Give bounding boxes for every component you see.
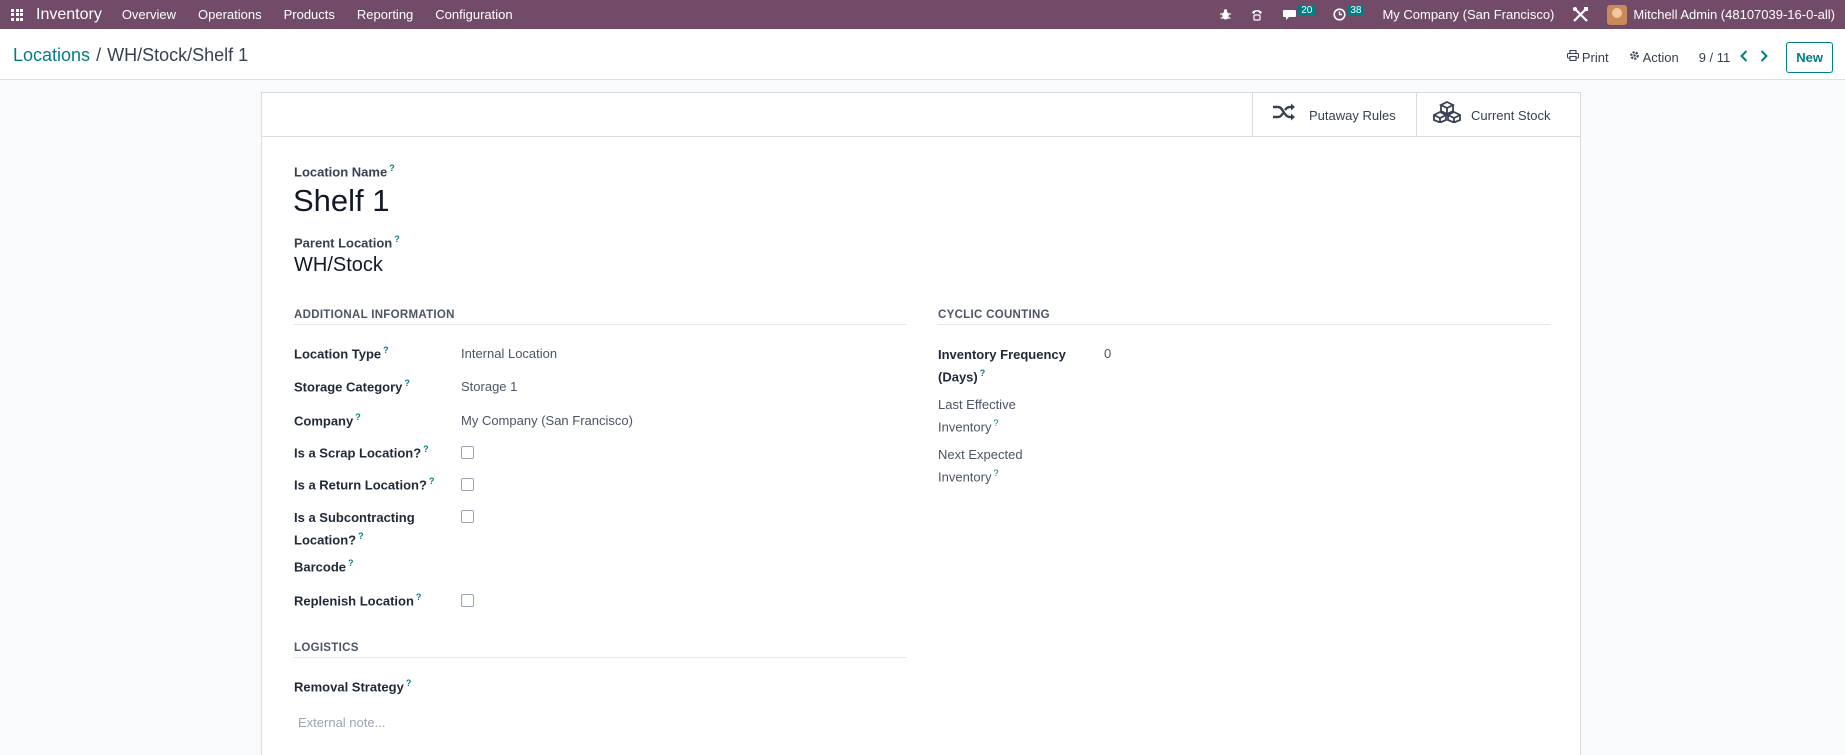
top-navbar: Inventory Overview Operations Products R… bbox=[0, 0, 1845, 29]
gear-icon bbox=[1629, 50, 1640, 64]
action-button[interactable]: Action bbox=[1629, 50, 1679, 65]
menu-reporting[interactable]: Reporting bbox=[357, 7, 413, 22]
help-tooltip-icon[interactable]: ? bbox=[404, 378, 410, 388]
help-tooltip-icon[interactable]: ? bbox=[423, 444, 429, 454]
print-icon bbox=[1566, 49, 1579, 64]
storage-category-label: Storage Category? bbox=[294, 378, 410, 395]
company-switcher[interactable]: My Company (San Francisco) bbox=[1382, 7, 1554, 22]
random-shuffle-icon bbox=[1271, 102, 1297, 128]
return-location-label: Is a Return Location?? bbox=[294, 476, 435, 493]
inventory-frequency-field[interactable]: 0 bbox=[1104, 346, 1111, 361]
apps-menu-icon[interactable] bbox=[2, 0, 32, 29]
scrap-location-checkbox[interactable] bbox=[461, 446, 474, 459]
help-tooltip-icon[interactable]: ? bbox=[993, 418, 998, 428]
section-divider bbox=[938, 324, 1550, 325]
settings-tools-icon[interactable] bbox=[1572, 6, 1589, 23]
messages-icon[interactable]: 20 bbox=[1282, 5, 1316, 21]
app-name[interactable]: Inventory bbox=[36, 6, 102, 24]
inventory-frequency-label: Inventory Frequency (Days)? bbox=[938, 347, 1066, 385]
cubes-icon bbox=[1431, 100, 1463, 129]
help-tooltip-icon[interactable]: ? bbox=[358, 531, 364, 541]
activities-clock-icon[interactable]: 38 bbox=[1333, 5, 1365, 21]
pager-next-chevron-right-icon[interactable] bbox=[1760, 49, 1769, 66]
location-type-label: Location Type? bbox=[294, 345, 389, 362]
menu-overview[interactable]: Overview bbox=[122, 7, 176, 22]
menu-products[interactable]: Products bbox=[284, 7, 335, 22]
external-note-field[interactable]: External note... bbox=[298, 715, 385, 730]
location-name-field[interactable]: Shelf 1 bbox=[293, 183, 390, 219]
print-button[interactable]: Print bbox=[1566, 49, 1609, 65]
replenish-location-checkbox[interactable] bbox=[461, 594, 474, 607]
storage-category-field[interactable]: Storage 1 bbox=[461, 379, 517, 394]
cyclic-counting-title: CYCLIC COUNTING bbox=[938, 309, 1050, 321]
last-effective-inventory-label: Last Effective Inventory? bbox=[938, 397, 1016, 435]
location-type-field[interactable]: Internal Location bbox=[461, 346, 557, 361]
parent-location-label: Parent Location? bbox=[294, 234, 400, 251]
location-name-label: Location Name? bbox=[294, 163, 395, 180]
debug-bug-icon[interactable] bbox=[1219, 8, 1232, 21]
scrap-location-label: Is a Scrap Location?? bbox=[294, 444, 429, 461]
additional-information-title: ADDITIONAL INFORMATION bbox=[294, 309, 455, 321]
help-tooltip-icon[interactable]: ? bbox=[383, 345, 389, 355]
action-label: Action bbox=[1642, 49, 1679, 65]
help-tooltip-icon[interactable]: ? bbox=[980, 368, 986, 378]
help-tooltip-icon[interactable]: ? bbox=[429, 476, 435, 486]
breadcrumb-current: WH/Stock/Shelf 1 bbox=[107, 45, 249, 65]
current-stock-label: Current Stock bbox=[1471, 107, 1551, 123]
control-panel: Locations / WH/Stock/Shelf 1 Print Action … bbox=[0, 29, 1845, 80]
activities-count-badge: 38 bbox=[1347, 5, 1365, 16]
parent-location-field[interactable]: WH/Stock bbox=[294, 254, 383, 277]
help-tooltip-icon[interactable]: ? bbox=[394, 234, 400, 244]
form-sheet: Putaway Rules Current Stock Location Nam… bbox=[261, 92, 1581, 755]
company-field[interactable]: My Company (San Francisco) bbox=[461, 413, 633, 428]
next-expected-inventory-label: Next Expected Inventory? bbox=[938, 447, 1023, 485]
logistics-title: LOGISTICS bbox=[294, 642, 359, 654]
subcontracting-location-checkbox[interactable] bbox=[461, 510, 474, 523]
replenish-location-label: Replenish Location? bbox=[294, 592, 422, 609]
messages-count-badge: 20 bbox=[1298, 5, 1316, 16]
menu-operations[interactable]: Operations bbox=[198, 7, 262, 22]
menu-configuration[interactable]: Configuration bbox=[435, 7, 512, 22]
pager-value[interactable]: 9 / 11 bbox=[1699, 50, 1731, 65]
help-tooltip-icon[interactable]: ? bbox=[355, 412, 361, 422]
help-tooltip-icon[interactable]: ? bbox=[348, 558, 354, 568]
help-tooltip-icon[interactable]: ? bbox=[389, 163, 395, 173]
breadcrumb-separator: / bbox=[96, 45, 102, 65]
section-divider bbox=[294, 324, 906, 325]
putaway-rules-button[interactable]: Putaway Rules bbox=[1252, 93, 1416, 137]
user-avatar[interactable] bbox=[1607, 4, 1628, 25]
company-label: Company? bbox=[294, 412, 361, 429]
removal-strategy-select[interactable] bbox=[461, 673, 901, 697]
barcode-input[interactable] bbox=[461, 553, 901, 577]
section-divider bbox=[294, 657, 906, 658]
phone-icon[interactable] bbox=[1250, 8, 1264, 22]
help-tooltip-icon[interactable]: ? bbox=[993, 468, 998, 478]
pager-previous-chevron-left-icon[interactable] bbox=[1740, 49, 1748, 66]
user-menu[interactable]: Mitchell Admin (48107039-16-0-all) bbox=[1633, 7, 1835, 22]
print-label: Print bbox=[1581, 49, 1609, 65]
barcode-label: Barcode? bbox=[294, 558, 354, 575]
help-tooltip-icon[interactable]: ? bbox=[416, 592, 422, 602]
removal-strategy-label: Removal Strategy? bbox=[294, 678, 412, 695]
help-tooltip-icon[interactable]: ? bbox=[406, 678, 412, 688]
new-record-button[interactable]: New bbox=[1786, 41, 1833, 73]
breadcrumb-locations-link[interactable]: Locations bbox=[13, 45, 90, 65]
current-stock-button[interactable]: Current Stock bbox=[1416, 93, 1581, 137]
return-location-checkbox[interactable] bbox=[461, 478, 474, 491]
breadcrumb: Locations / WH/Stock/Shelf 1 bbox=[13, 45, 248, 66]
subcontracting-location-label: Is a Subcontracting Location?? bbox=[294, 510, 415, 548]
smart-button-box: Putaway Rules Current Stock bbox=[262, 93, 1580, 137]
putaway-rules-label: Putaway Rules bbox=[1309, 107, 1396, 123]
